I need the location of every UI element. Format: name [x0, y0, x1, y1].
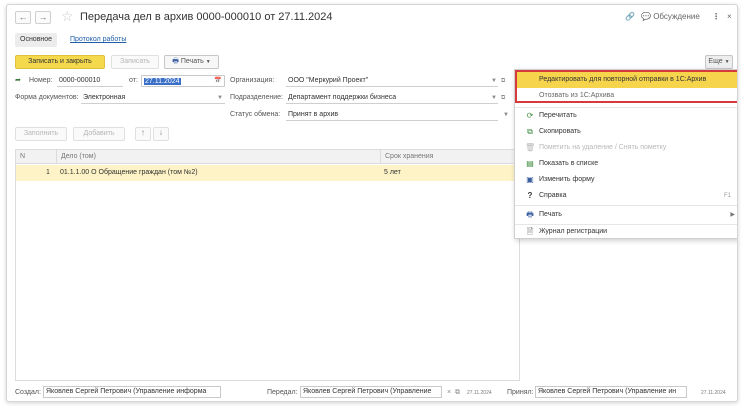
post-status-icon: ➦: [15, 77, 21, 84]
discussion-button[interactable]: 💬 Обсуждение: [641, 12, 700, 21]
menu-item-show-in-list[interactable]: ▤ Показать в списке: [515, 156, 737, 172]
document-form-label: Форма документов:: [15, 94, 79, 101]
chevron-down-icon: ▼: [724, 59, 730, 65]
window-title: Передача дел в архив 0000-000010 от 27.1…: [80, 11, 333, 23]
back-arrow-icon[interactable]: ←: [15, 11, 31, 24]
discussion-label: Обсуждение: [653, 12, 700, 21]
menu-item-help[interactable]: ? Справка F1: [515, 188, 737, 204]
save-and-close-button[interactable]: Записать и закрыть: [15, 55, 105, 69]
column-header-retention[interactable]: Срок хранения: [380, 150, 433, 164]
print-button[interactable]: 🖶 Печать ▼: [164, 55, 219, 69]
move-down-icon[interactable]: 🠗: [153, 127, 169, 141]
close-icon[interactable]: ×: [727, 12, 732, 21]
date-label: от:: [129, 77, 138, 84]
exchange-status-label: Статус обмена:: [230, 111, 281, 118]
fill-button[interactable]: Заполнить: [15, 127, 67, 141]
organization-field[interactable]: ООО "Меркурий Проект": [286, 75, 498, 87]
open-icon[interactable]: ⧉: [501, 92, 505, 104]
calendar-icon[interactable]: 📅: [214, 75, 221, 87]
save-button[interactable]: Записать: [111, 55, 159, 69]
number-field[interactable]: 0000-000010: [57, 75, 123, 87]
column-header-case[interactable]: Дело (том): [56, 150, 96, 164]
delete-mark-icon: 🗑: [525, 143, 536, 152]
highlight-frame: [515, 70, 737, 103]
menu-item-copy[interactable]: ⧉ Скопировать: [515, 124, 737, 140]
column-header-number[interactable]: N: [20, 150, 25, 164]
menu-item-mark-deletion[interactable]: 🗑 Пометить на удаление / Снять пометку: [515, 140, 737, 156]
exchange-status-field[interactable]: Принят в архив: [286, 109, 498, 121]
menu-item-change-form[interactable]: ▣ Изменить форму: [515, 172, 737, 188]
menu-item-label: Пометить на удаление / Снять пометку: [539, 144, 667, 151]
menu-item-event-log[interactable]: 🗎 Журнал регистрации: [515, 224, 737, 240]
window-menu-icon[interactable]: ⋮: [712, 12, 720, 21]
clear-icon[interactable]: ×: [447, 387, 451, 399]
menu-item-label: Печать: [539, 211, 562, 218]
sent-by-field[interactable]: Яковлев Сергей Петрович (Управление: [300, 386, 442, 398]
table-row[interactable]: 1 01.1.1.00 О Обращение граждан (том №2)…: [16, 165, 519, 181]
created-by-label: Создал:: [15, 389, 41, 396]
chevron-down-icon[interactable]: ▼: [491, 92, 497, 104]
open-icon[interactable]: ⧉: [501, 75, 505, 87]
row-retention: 5 лет: [384, 169, 401, 176]
sent-date: 27.11.2024: [467, 390, 492, 396]
shortcut-label: F1: [723, 193, 731, 199]
menu-item-label: Изменить форму: [539, 176, 595, 183]
help-icon: ?: [527, 191, 533, 200]
move-up-icon[interactable]: 🠕: [135, 127, 151, 141]
print-label: Печать: [180, 58, 204, 65]
link-icon[interactable]: 🔗: [625, 12, 635, 21]
refresh-icon: ⟳: [526, 111, 534, 120]
menu-item-reread[interactable]: ⟳ Перечитать: [515, 108, 737, 124]
add-row-button[interactable]: Добавить: [73, 127, 125, 141]
table-header: N Дело (том) Срок хранения: [16, 150, 519, 164]
printer-icon: 🖶: [172, 58, 179, 65]
accepted-date: 27.11.2024: [701, 390, 726, 396]
discussion-icon: 💬: [641, 12, 651, 21]
sent-by-label: Передал:: [267, 389, 298, 396]
journal-icon: 🗎: [526, 227, 534, 236]
department-field[interactable]: Департамент поддержки бизнеса: [286, 92, 498, 104]
printer-icon: 🖶: [526, 210, 534, 219]
chevron-down-icon[interactable]: ▼: [491, 75, 497, 87]
tab-main[interactable]: Основное: [15, 33, 58, 47]
form-icon: ▣: [526, 175, 534, 184]
menu-item-label: Перечитать: [539, 112, 577, 119]
menu-item-label: Скопировать: [539, 128, 581, 135]
more-button[interactable]: Еще ▼: [705, 55, 733, 69]
department-label: Подразделение:: [230, 94, 283, 101]
row-case: 01.1.1.00 О Обращение граждан (том №2): [60, 169, 198, 176]
date-field[interactable]: 27.11.2024: [141, 75, 225, 87]
chevron-down-icon: ▼: [205, 59, 211, 65]
number-label: Номер:: [29, 77, 53, 84]
more-actions-menu: Редактировать для повторной отправки в 1…: [514, 69, 737, 240]
chevron-right-icon: ▶: [730, 212, 735, 218]
copy-icon: ⧉: [527, 127, 533, 136]
menu-item-label: Справка: [539, 192, 567, 199]
forward-arrow-icon[interactable]: →: [35, 11, 51, 24]
chevron-down-icon[interactable]: ▼: [503, 109, 509, 121]
title-bar: ← → ☆ Передача дел в архив 0000-000010 о…: [7, 5, 737, 29]
organization-label: Организация:: [230, 77, 275, 84]
chevron-down-icon[interactable]: ▼: [217, 92, 223, 104]
row-number: 1: [46, 169, 50, 176]
menu-item-label: Показать в списке: [539, 160, 599, 167]
date-value: 27.11.2024: [144, 78, 181, 85]
document-form-field[interactable]: Электронная: [81, 92, 225, 104]
created-by-field[interactable]: Яковлев Сергей Петрович (Управление инфо…: [43, 386, 221, 398]
cases-table: N Дело (том) Срок хранения 1 01.1.1.00 О…: [15, 149, 520, 381]
tab-work-log[interactable]: Протокол работы: [65, 33, 131, 47]
document-window: ← → ☆ Передача дел в архив 0000-000010 о…: [6, 4, 738, 402]
menu-item-label: Журнал регистрации: [539, 228, 608, 235]
menu-item-print[interactable]: 🖶 Печать ▶: [515, 207, 737, 223]
accepted-by-field[interactable]: Яковлев Сергей Петрович (Управление ин: [535, 386, 687, 398]
more-label: Еще: [708, 58, 723, 65]
menu-separator: [515, 205, 737, 206]
open-icon[interactable]: ⧉: [455, 387, 460, 399]
list-icon: ▤: [526, 159, 534, 168]
accepted-by-label: Принял:: [507, 389, 534, 396]
favorite-star-icon[interactable]: ☆: [61, 9, 74, 23]
